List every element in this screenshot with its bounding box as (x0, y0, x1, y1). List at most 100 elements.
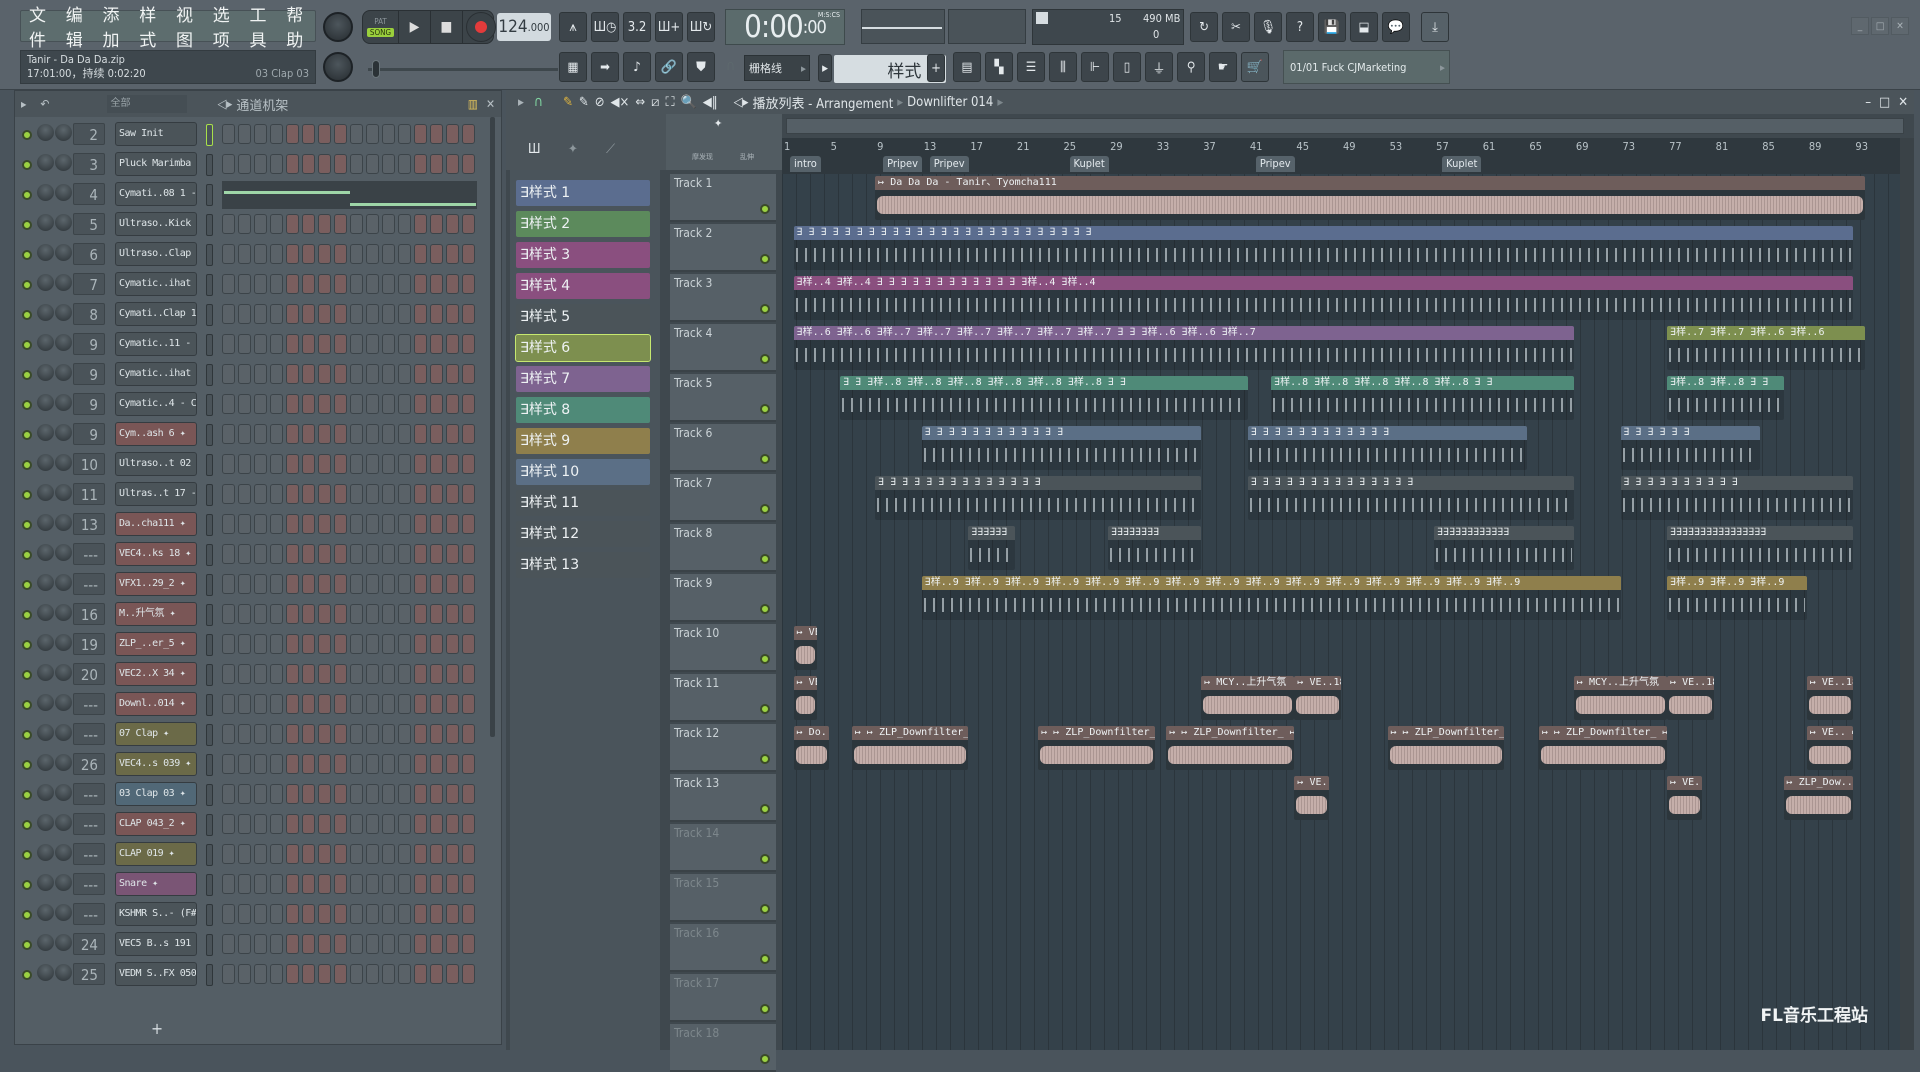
step-button[interactable] (222, 784, 235, 804)
step-button[interactable] (254, 214, 267, 234)
pattern-item[interactable]: ∃样式 5 (516, 304, 650, 330)
step-button[interactable] (334, 394, 347, 414)
step-button[interactable] (446, 634, 459, 654)
step-button[interactable] (446, 904, 459, 924)
step-button[interactable] (350, 754, 363, 774)
step-button[interactable] (222, 574, 235, 594)
pattern-clip[interactable]: ∃ ∃ ∃ ∃ ∃ ∃ (1620, 426, 1761, 470)
step-button[interactable] (222, 664, 235, 684)
channel-pan-knob[interactable] (55, 394, 72, 411)
track-header[interactable]: Track 15 (670, 874, 776, 922)
step-button[interactable] (462, 784, 475, 804)
step-button[interactable] (382, 454, 395, 474)
track-enable-led[interactable] (760, 504, 770, 514)
step-button[interactable] (238, 394, 251, 414)
channel-select[interactable] (206, 934, 213, 956)
audio-clip[interactable]: ↦ VE.. ↦ (1806, 726, 1854, 770)
step-button[interactable] (446, 754, 459, 774)
step-button[interactable] (430, 694, 443, 714)
picker-label-a[interactable]: 摩发现 (692, 152, 713, 162)
pattern-clip[interactable]: ∃ ∃ ∃ ∃ ∃ ∃ ∃ ∃ ∃ ∃ ∃ ∃ ∃ ∃ ∃ ∃ ∃ ∃ ∃ ∃ … (793, 226, 1854, 270)
channel-name-button[interactable]: Ultras..t 17 - B (115, 482, 197, 506)
channel-pan-knob[interactable] (55, 604, 72, 621)
channel-volume-knob[interactable] (37, 274, 54, 291)
step-button[interactable] (382, 244, 395, 264)
channel-name-button[interactable]: Cymatic..4 - C# (115, 392, 197, 416)
channel-mixer-track[interactable]: --- (73, 693, 105, 715)
channel-mute-led[interactable] (22, 700, 32, 710)
step-button[interactable] (446, 424, 459, 444)
step-button[interactable] (446, 574, 459, 594)
channel-volume-knob[interactable] (37, 604, 54, 621)
channel-volume-knob[interactable] (37, 694, 54, 711)
pattern-clip[interactable]: ∃∃∃∃∃∃∃∃∃∃∃∃ (1434, 526, 1574, 570)
step-button[interactable] (350, 484, 363, 504)
step-button[interactable] (446, 964, 459, 984)
track-enable-led[interactable] (760, 804, 770, 814)
automation-icon[interactable]: ⟋ (606, 142, 615, 157)
step-button[interactable] (430, 724, 443, 744)
step-button[interactable] (350, 334, 363, 354)
step-button[interactable] (414, 694, 427, 714)
step-button[interactable] (366, 814, 379, 834)
step-button[interactable] (270, 244, 283, 264)
channel-mute-led[interactable] (22, 670, 32, 680)
step-button[interactable] (366, 634, 379, 654)
step-button[interactable] (366, 874, 379, 894)
step-button[interactable] (398, 154, 411, 174)
step-button[interactable] (286, 574, 299, 594)
record-button[interactable] (466, 12, 496, 42)
channel-mixer-track[interactable]: 11 (73, 483, 105, 505)
step-button[interactable] (270, 814, 283, 834)
channel-name-button[interactable]: Cymatic..ihat 14 (115, 272, 197, 296)
step-button[interactable] (382, 304, 395, 324)
audio-clip[interactable]: ↦ MCY..上升气氛 (1573, 676, 1668, 720)
step-button[interactable] (414, 424, 427, 444)
step-button[interactable] (254, 244, 267, 264)
channel-mute-led[interactable] (22, 190, 32, 200)
channel-volume-knob[interactable] (37, 664, 54, 681)
step-button[interactable] (366, 514, 379, 534)
step-button[interactable] (430, 874, 443, 894)
step-button[interactable] (350, 364, 363, 384)
step-button[interactable] (302, 784, 315, 804)
step-button[interactable] (366, 964, 379, 984)
step-button[interactable] (318, 724, 331, 744)
step-button[interactable] (222, 394, 235, 414)
app-close-button[interactable]: ✕ (1891, 17, 1909, 35)
step-button[interactable] (430, 424, 443, 444)
step-button[interactable] (430, 574, 443, 594)
step-button[interactable] (302, 214, 315, 234)
step-button[interactable] (286, 544, 299, 564)
step-button[interactable] (414, 124, 427, 144)
step-button[interactable] (334, 964, 347, 984)
step-button[interactable] (254, 454, 267, 474)
pattern-clip[interactable]: ∃样..8 ∃样..8 ∃样..8 ∃样..8 ∃样..8 ∃ ∃ (1271, 376, 1574, 420)
channel-mixer-track[interactable]: 25 (73, 963, 105, 985)
step-button[interactable] (462, 334, 475, 354)
step-button[interactable] (398, 244, 411, 264)
step-button[interactable] (430, 364, 443, 384)
channel-select[interactable] (206, 484, 213, 506)
step-button[interactable] (430, 454, 443, 474)
step-button[interactable] (254, 574, 267, 594)
channel-name-button[interactable]: Cymatic..11 - F (115, 332, 197, 356)
step-button[interactable] (318, 124, 331, 144)
channel-mute-led[interactable] (22, 880, 32, 890)
channel-volume-knob[interactable] (37, 874, 54, 891)
add-channel-button[interactable]: + (151, 1019, 163, 1038)
step-button[interactable] (366, 784, 379, 804)
audio-clip[interactable]: ↦ VE..18 ↦ (1806, 676, 1854, 720)
step-button[interactable] (334, 724, 347, 744)
pattern-item[interactable]: ∃样式 8 (516, 397, 650, 423)
undo-icon[interactable]: ↶ (40, 97, 49, 111)
channel-pan-knob[interactable] (55, 154, 72, 171)
step-button[interactable] (446, 454, 459, 474)
step-button[interactable] (222, 634, 235, 654)
step-button[interactable] (398, 844, 411, 864)
track-enable-led[interactable] (760, 654, 770, 664)
step-button[interactable] (446, 604, 459, 624)
arrangement-grid[interactable]: FL音乐工程站 ↦ Da Da Da - Tanir、Tyomcha111 ∃ ∃… (782, 174, 1900, 1050)
channel-pan-knob[interactable] (55, 814, 72, 831)
step-button[interactable] (318, 904, 331, 924)
